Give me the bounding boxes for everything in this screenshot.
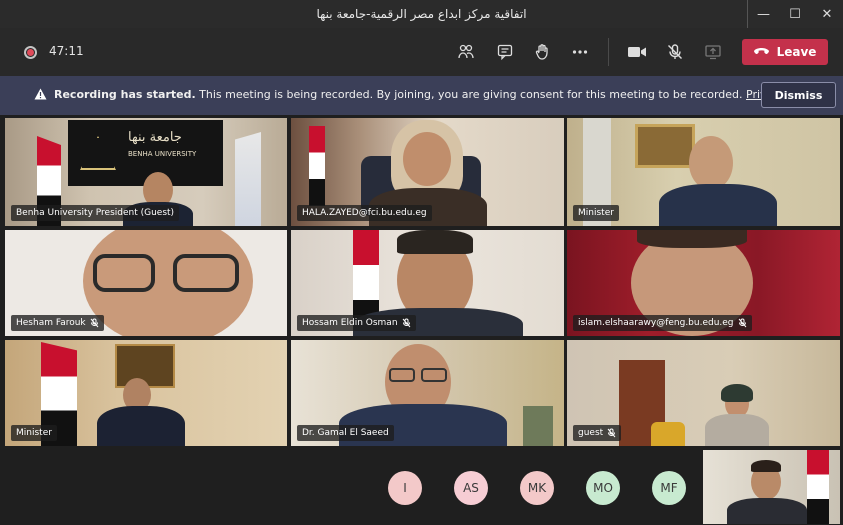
title-bar: اتفاقية مركز ابداع مصر الرقمية-جامعة بنه… — [0, 0, 843, 28]
muted-mic-icon — [738, 318, 746, 328]
participant-body — [705, 414, 769, 446]
chat-icon[interactable] — [495, 42, 515, 62]
yellow-chair — [651, 422, 685, 446]
avatar-initials: MK — [527, 481, 547, 495]
participant-face — [689, 136, 733, 190]
participant-name-tag: islam.elshaarawy@feng.bu.edu.eg — [573, 315, 752, 331]
participant-name: islam.elshaarawy@feng.bu.edu.eg — [578, 318, 734, 328]
video-tile[interactable]: islam.elshaarawy@feng.bu.edu.eg — [567, 230, 840, 336]
participant-name-tag: Hossam Eldin Osman — [297, 315, 416, 331]
sign-arabic-text: جامعة بنها — [128, 130, 182, 145]
muted-mic-icon — [607, 428, 616, 438]
camera-icon[interactable] — [627, 42, 647, 62]
teams-meeting-window: اتفاقية مركز ابداع مصر الرقمية-جامعة بنه… — [0, 0, 843, 525]
dismiss-button[interactable]: Dismiss — [761, 82, 836, 108]
participant-name: Hossam Eldin Osman — [302, 318, 398, 328]
participant-name: guest — [578, 428, 604, 438]
toolbar-divider — [608, 38, 609, 66]
participants-strip: I AS MK MO MF — [0, 446, 843, 525]
glasses-left — [389, 368, 415, 382]
glasses-right — [173, 254, 239, 292]
video-tile[interactable]: Minister — [567, 118, 840, 226]
window-title: اتفاقية مركز ابداع مصر الرقمية-جامعة بنه… — [316, 7, 527, 21]
avatar-initials: AS — [463, 481, 479, 495]
participant-avatar[interactable]: MO — [586, 471, 620, 505]
white-flag — [235, 132, 261, 226]
participant-name-tag: guest — [573, 425, 622, 441]
maximize-button[interactable]: ☐ — [779, 0, 811, 28]
participant-avatar[interactable]: I — [388, 471, 422, 505]
participant-hair — [751, 460, 781, 472]
participant-name-tag: Benha University President (Guest) — [11, 205, 180, 221]
wall-painting — [635, 124, 695, 168]
participant-name-tag: Hesham Farouk — [11, 315, 104, 331]
recording-banner: Recording has started. This meeting is b… — [0, 76, 843, 115]
participants-icon[interactable] — [456, 42, 476, 62]
participant-avatar[interactable]: AS — [454, 471, 488, 505]
glasses-left — [93, 254, 155, 292]
share-screen-icon[interactable] — [703, 42, 723, 62]
muted-mic-icon — [90, 318, 99, 328]
participant-body — [97, 406, 185, 446]
banner-message: Recording has started. This meeting is b… — [54, 88, 822, 101]
meeting-toolbar: 47:11 Leave — [0, 28, 843, 76]
participant-body — [659, 184, 777, 226]
participant-body — [727, 498, 807, 524]
avatar-initials: I — [403, 481, 407, 495]
participant-name-tag: Minister — [573, 205, 619, 221]
leave-label: Leave — [776, 45, 817, 59]
video-tile[interactable]: جامعة بنها BENHA UNIVERSITY Benha Univer… — [5, 118, 287, 226]
banner-body: This meeting is being recorded. By joini… — [195, 88, 747, 101]
university-logo — [80, 136, 116, 170]
participant-avatar[interactable]: MK — [520, 471, 554, 505]
university-sign: جامعة بنها BENHA UNIVERSITY — [68, 120, 223, 186]
video-tile[interactable]: Hesham Farouk — [5, 230, 287, 336]
participant-name: Minister — [16, 428, 52, 438]
headscarf — [721, 384, 753, 402]
window-controls: — ☐ ✕ — [747, 0, 843, 28]
close-button[interactable]: ✕ — [811, 0, 843, 28]
video-tile[interactable]: Hossam Eldin Osman — [291, 230, 564, 336]
muted-mic-icon — [402, 318, 410, 328]
glasses-right — [421, 368, 447, 382]
participant-hair — [397, 230, 473, 254]
sign-english-text: BENHA UNIVERSITY — [128, 150, 197, 158]
avatar-initials: MF — [660, 481, 678, 495]
video-tile[interactable]: guest — [567, 340, 840, 446]
more-options-icon[interactable] — [570, 42, 590, 62]
participant-name: Dr. Gamal El Saeed — [302, 428, 389, 438]
self-view-video[interactable] — [703, 450, 840, 524]
participant-hair — [637, 230, 747, 248]
participant-name: HALA.ZAYED@fci.bu.edu.eg — [302, 208, 427, 218]
recording-indicator-icon — [24, 46, 37, 59]
avatar-initials: MO — [593, 481, 613, 495]
leave-button[interactable]: Leave — [742, 39, 828, 65]
participant-name-tag: Dr. Gamal El Saeed — [297, 425, 394, 441]
video-grid: جامعة بنها BENHA UNIVERSITY Benha Univer… — [5, 118, 840, 446]
participant-name: Benha University President (Guest) — [16, 208, 175, 218]
egypt-flag — [309, 126, 325, 206]
warning-icon — [34, 88, 47, 100]
video-tile[interactable]: Dr. Gamal El Saeed — [291, 340, 564, 446]
meeting-timer: 47:11 — [49, 44, 84, 58]
egypt-flag — [807, 450, 829, 524]
participant-name: Hesham Farouk — [16, 318, 86, 328]
participant-name: Minister — [578, 208, 614, 218]
minimize-button[interactable]: — — [747, 0, 779, 28]
banner-title: Recording has started. — [54, 88, 196, 101]
video-tile[interactable]: Minister — [5, 340, 287, 446]
participant-avatar[interactable]: MF — [652, 471, 686, 505]
raise-hand-icon[interactable] — [532, 42, 552, 62]
participant-face — [403, 132, 451, 186]
video-tile[interactable]: HALA.ZAYED@fci.bu.edu.eg — [291, 118, 564, 226]
participant-name-tag: HALA.ZAYED@fci.bu.edu.eg — [297, 205, 432, 221]
plant — [523, 406, 553, 446]
microphone-muted-icon[interactable] — [665, 42, 685, 62]
participant-name-tag: Minister — [11, 425, 57, 441]
hang-up-icon — [753, 48, 769, 54]
